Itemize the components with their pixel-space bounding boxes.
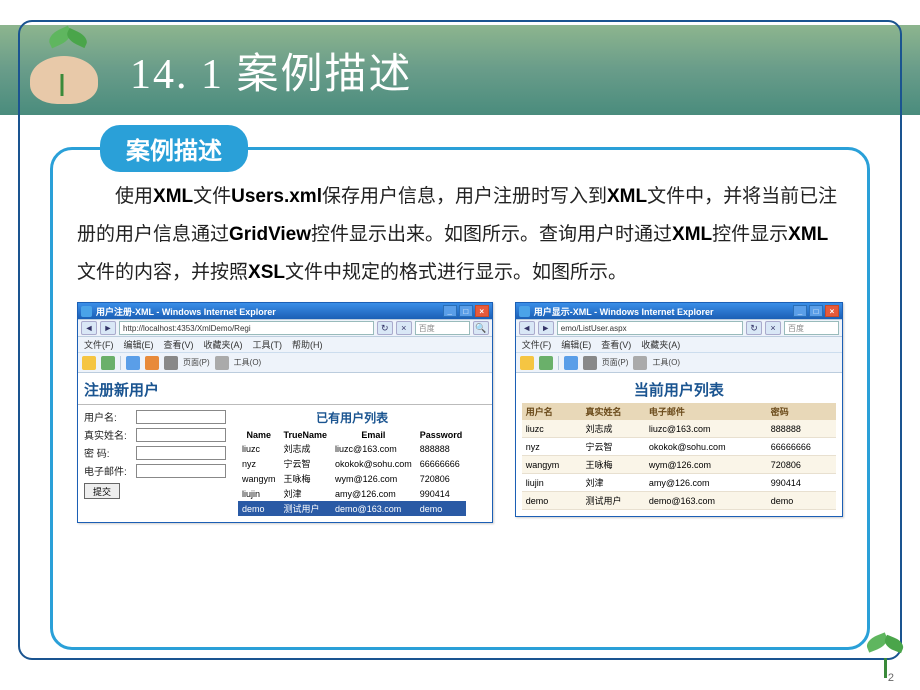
url-input[interactable]: http://localhost:4353/XmlDemo/Regi [119, 321, 374, 335]
ie-window-list: 用户显示-XML - Windows Internet Explorer _ □… [515, 302, 843, 517]
toolbar: 页面(P) 工具(O) [516, 353, 842, 373]
titlebar[interactable]: 用户显示-XML - Windows Internet Explorer _ □… [516, 303, 842, 319]
maximize-button[interactable]: □ [809, 305, 823, 317]
home-icon[interactable] [126, 356, 140, 370]
menubar: 文件(F) 编辑(E) 查看(V) 收藏夹(A) 工具(T) 帮助(H) [78, 337, 492, 353]
menu-file[interactable]: 文件(F) [84, 338, 114, 351]
tools-menu[interactable]: 工具(O) [234, 357, 262, 368]
page-menu[interactable]: 页面(P) [602, 357, 629, 368]
forward-button[interactable]: ► [100, 321, 116, 335]
content-box: 使用XML文件Users.xml保存用户信息，用户注册时写入到XML文件中，并将… [50, 147, 870, 650]
ie-icon [519, 306, 530, 317]
maximize-button[interactable]: □ [459, 305, 473, 317]
menu-fav[interactable]: 收藏夹(A) [204, 338, 243, 351]
feed-icon[interactable] [145, 356, 159, 370]
menu-view[interactable]: 查看(V) [601, 338, 631, 351]
page-menu[interactable]: 页面(P) [183, 357, 210, 368]
window-title: 用户注册-XML - Windows Internet Explorer [96, 305, 276, 318]
table-row: demo测试用户demo@163.comdemo [522, 492, 836, 510]
close-button[interactable]: × [825, 305, 839, 317]
screenshot-row: 用户注册-XML - Windows Internet Explorer _ □… [77, 302, 843, 523]
page-content: 注册新用户 用户名: 真实姓名: 密 码: 电子邮件: 提交 已有用户列表 [78, 373, 492, 522]
ie-icon [81, 306, 92, 317]
corner-decoration [854, 628, 914, 678]
description-text: 使用XML文件Users.xml保存用户信息，用户注册时写入到XML文件中，并将… [77, 178, 843, 292]
user-list-table: 用户名 真实姓名 电子邮件 密码 liuzc刘志成liuzc@163.com88… [522, 403, 836, 510]
print-icon[interactable] [583, 356, 597, 370]
register-form: 用户名: 真实姓名: 密 码: 电子邮件: 提交 [84, 409, 226, 516]
menubar: 文件(F) 编辑(E) 查看(V) 收藏夹(A) [516, 337, 842, 353]
table-row: nyz宁云智okokok@sohu.com66666666 [522, 438, 836, 456]
refresh-button[interactable]: ↻ [746, 321, 762, 335]
email-label: 电子邮件: [84, 463, 136, 478]
menu-help[interactable]: 帮助(H) [292, 338, 323, 351]
refresh-button[interactable]: ↻ [377, 321, 393, 335]
submit-button[interactable]: 提交 [84, 483, 120, 499]
search-input[interactable]: 百度 [415, 321, 470, 335]
menu-edit[interactable]: 编辑(E) [561, 338, 591, 351]
close-button[interactable]: × [475, 305, 489, 317]
toolbar: 页面(P) 工具(O) [78, 353, 492, 373]
table-row-selected[interactable]: demo测试用户demo@163.comdemo [238, 501, 466, 516]
titlebar[interactable]: 用户注册-XML - Windows Internet Explorer _ □… [78, 303, 492, 319]
password-label: 密 码: [84, 445, 136, 460]
minimize-button[interactable]: _ [793, 305, 807, 317]
register-title: 注册新用户 [84, 379, 486, 400]
username-field[interactable] [136, 410, 226, 424]
tools-icon[interactable] [215, 356, 229, 370]
table-row: liuzc刘志成liuzc@163.com888888 [522, 420, 836, 438]
table-row: nyz宁云智okokok@sohu.com66666666 [238, 456, 466, 471]
password-field[interactable] [136, 446, 226, 460]
leaf-decoration [18, 18, 106, 116]
menu-edit[interactable]: 编辑(E) [124, 338, 154, 351]
page-number: 2 [888, 672, 894, 684]
user-list-title: 当前用户列表 [522, 379, 836, 400]
search-go-button[interactable]: 🔍 [473, 321, 489, 335]
favorites-icon[interactable] [82, 356, 96, 370]
favorites-icon[interactable] [520, 356, 534, 370]
table-row: liuzc刘志成liuzc@163.com888888 [238, 441, 466, 456]
page-content: 当前用户列表 用户名 真实姓名 电子邮件 密码 liuzc刘志成liuzc@16… [516, 373, 842, 516]
search-input[interactable]: 百度 [784, 321, 839, 335]
user-grid-title: 已有用户列表 [238, 409, 466, 426]
print-icon[interactable] [164, 356, 178, 370]
table-row: liujin刘津amy@126.com990414 [238, 486, 466, 501]
tools-menu[interactable]: 工具(O) [652, 357, 680, 368]
add-fav-icon[interactable] [539, 356, 553, 370]
menu-tools[interactable]: 工具(T) [253, 338, 283, 351]
email-field[interactable] [136, 464, 226, 478]
content-area: 案例描述 使用XML文件Users.xml保存用户信息，用户注册时写入到XML文… [50, 125, 870, 650]
stop-button[interactable]: × [765, 321, 781, 335]
forward-button[interactable]: ► [538, 321, 554, 335]
minimize-button[interactable]: _ [443, 305, 457, 317]
truename-field[interactable] [136, 428, 226, 442]
back-button[interactable]: ◄ [81, 321, 97, 335]
home-icon[interactable] [564, 356, 578, 370]
address-bar: ◄ ► http://localhost:4353/XmlDemo/Regi ↻… [78, 319, 492, 337]
back-button[interactable]: ◄ [519, 321, 535, 335]
menu-view[interactable]: 查看(V) [164, 338, 194, 351]
grid-header-row: 用户名 真实姓名 电子邮件 密码 [522, 403, 836, 420]
url-input[interactable]: emo/ListUser.aspx [557, 321, 743, 335]
menu-file[interactable]: 文件(F) [522, 338, 552, 351]
ie-window-register: 用户注册-XML - Windows Internet Explorer _ □… [77, 302, 493, 523]
tools-icon[interactable] [633, 356, 647, 370]
username-label: 用户名: [84, 409, 136, 424]
user-gridview: Name TrueName Email Password liuzc刘志成liu… [238, 429, 466, 516]
section-badge: 案例描述 [100, 125, 248, 172]
window-title: 用户显示-XML - Windows Internet Explorer [534, 305, 714, 318]
address-bar: ◄ ► emo/ListUser.aspx ↻ × 百度 [516, 319, 842, 337]
table-row: wangym王咏梅wym@126.com720806 [238, 471, 466, 486]
truename-label: 真实姓名: [84, 427, 136, 442]
add-fav-icon[interactable] [101, 356, 115, 370]
table-row: wangym王咏梅wym@126.com720806 [522, 456, 836, 474]
menu-fav[interactable]: 收藏夹(A) [641, 338, 680, 351]
stop-button[interactable]: × [396, 321, 412, 335]
grid-header-row: Name TrueName Email Password [238, 429, 466, 441]
table-row: liujin刘津amy@126.com990414 [522, 474, 836, 492]
